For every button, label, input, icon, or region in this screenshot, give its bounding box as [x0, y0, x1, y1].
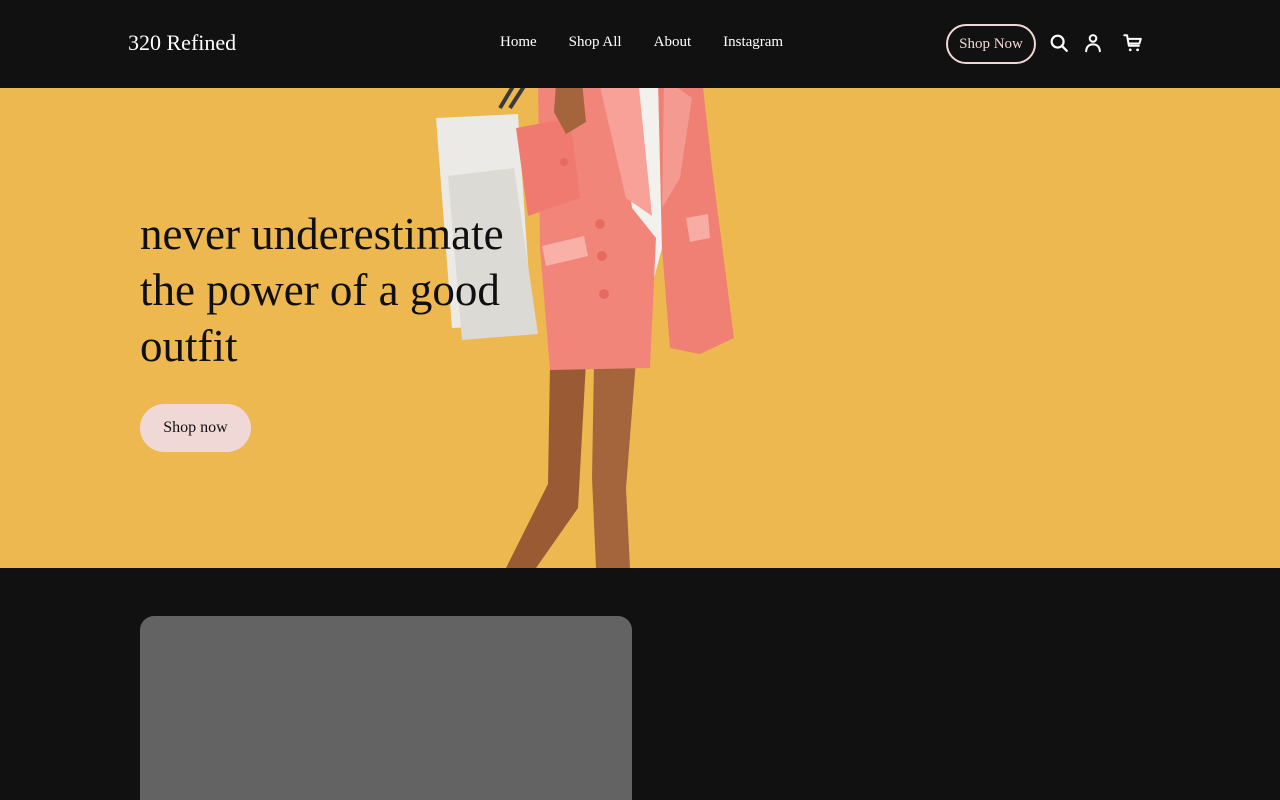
main-nav: Home Shop All About Instagram — [484, 32, 799, 52]
hero-banner: never underestimate the power of a good … — [0, 88, 1280, 568]
nav-item-shop-all[interactable]: Shop All — [553, 32, 638, 52]
hero-headline: never underestimate the power of a good … — [140, 209, 504, 371]
nav-item-home[interactable]: Home — [484, 32, 553, 52]
cart-icon[interactable] — [1121, 31, 1145, 55]
site-header: 320 Refined Home Shop All About Instagra… — [0, 0, 1280, 88]
nav-item-instagram[interactable]: Instagram — [707, 32, 799, 52]
search-icon[interactable] — [1047, 31, 1071, 55]
account-icon[interactable] — [1081, 31, 1105, 55]
nav-item-about[interactable]: About — [638, 32, 708, 52]
header-shop-now-button[interactable]: Shop Now — [946, 24, 1036, 64]
hero-shop-now-button[interactable]: Shop now — [140, 404, 251, 452]
brand-logo[interactable]: 320 Refined — [128, 30, 236, 56]
featured-image-placeholder — [140, 616, 632, 800]
